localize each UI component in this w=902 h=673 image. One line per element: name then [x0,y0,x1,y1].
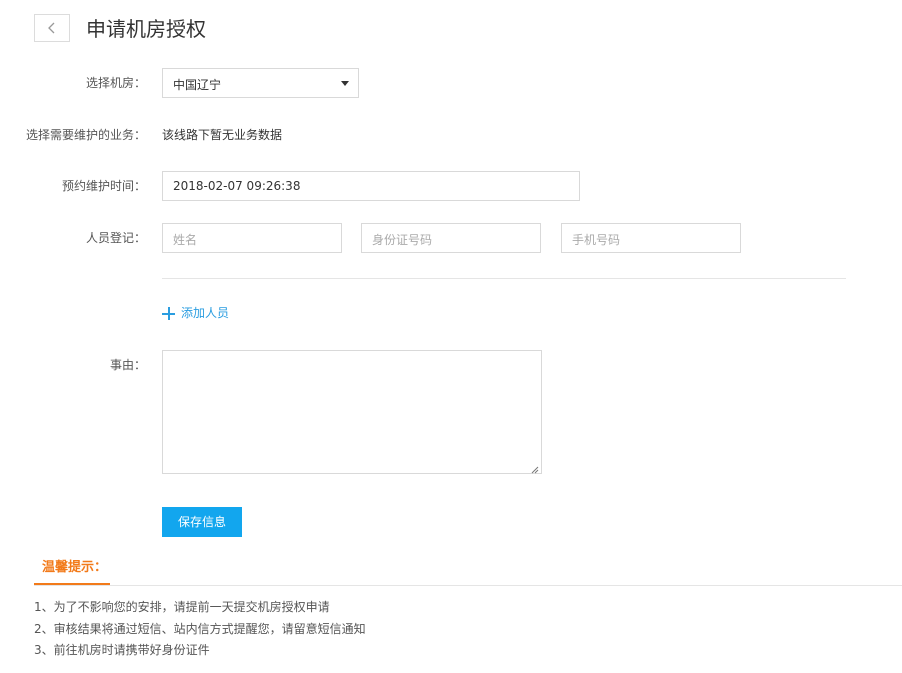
room-select-value: 中国辽宁 [173,78,222,92]
tip-item: 3、前往机房时请携带好身份证件 [34,643,210,657]
back-button[interactable] [34,14,70,42]
personnel-label: 人员登记： [85,231,146,245]
plus-icon [162,306,175,320]
name-input[interactable]: 姓名 [162,223,342,253]
phone-placeholder: 手机号码 [572,233,621,247]
room-label: 选择机房： [85,76,146,90]
tips-divider [34,585,902,586]
save-button[interactable]: 保存信息 [162,507,242,537]
add-person-link[interactable]: 添加人员 [162,305,229,321]
page-title: 申请机房授权 [86,17,206,41]
reason-label: 事由： [109,358,146,372]
phone-input[interactable]: 手机号码 [561,223,741,253]
add-person-label: 添加人员 [181,306,230,320]
caret-down-icon [341,81,349,86]
tip-item: 1、为了不影响您的安排，请提前一天提交机房授权申请 [34,600,330,614]
chevron-left-icon [47,22,57,34]
tips-heading-underline [34,583,110,585]
id-number-placeholder: 身份证号码 [372,233,433,247]
room-select[interactable]: 中国辽宁 [162,68,359,98]
reason-textarea[interactable] [162,350,542,474]
maintenance-time-label: 预约维护时间： [61,179,146,193]
divider [162,278,846,279]
business-value: 该线路下暂无业务数据 [162,128,283,142]
maintenance-time-input[interactable]: 2018-02-07 09:26:38 [162,171,580,201]
tips-heading: 温馨提示： [42,560,108,575]
maintenance-time-value: 2018-02-07 09:26:38 [173,179,301,193]
resize-handle-icon[interactable] [531,463,539,474]
id-number-input[interactable]: 身份证号码 [361,223,541,253]
name-placeholder: 姓名 [173,233,198,247]
business-label: 选择需要维护的业务： [26,128,147,142]
tip-item: 2、审核结果将通过短信、站内信方式提醒您，请留意短信通知 [34,622,366,636]
